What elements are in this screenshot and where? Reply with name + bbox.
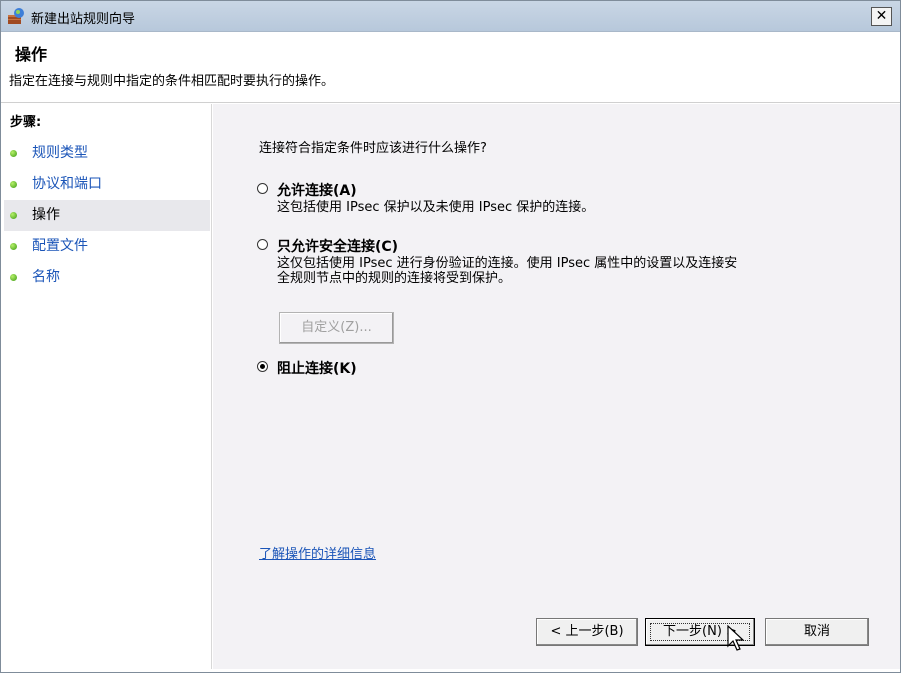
window-title: 新建出站规则向导 <box>31 12 136 27</box>
steps-list: 规则类型 协议和端口 操作 配置文件 名称 <box>4 138 210 293</box>
step-bullet-icon <box>10 274 17 281</box>
step-protocol-and-ports[interactable]: 协议和端口 <box>4 169 210 200</box>
step-rule-type[interactable]: 规则类型 <box>4 138 210 169</box>
option-label[interactable]: 阻止连接(K) <box>277 358 357 378</box>
option-description-line: 这包括使用 IPsec 保护以及未使用 IPsec 保护的连接。 <box>277 200 595 215</box>
step-action[interactable]: 操作 <box>4 200 210 231</box>
step-label: 规则类型 <box>32 145 88 161</box>
content-panel: 连接符合指定条件时应该进行什么操作? 允许连接(A) 这包括使用 IPsec 保… <box>213 104 900 669</box>
learn-more-link[interactable]: 了解操作的详细信息 <box>259 543 376 562</box>
close-button[interactable]: ✕ <box>871 7 892 26</box>
firewall-icon <box>8 8 24 24</box>
step-label: 配置文件 <box>32 238 88 254</box>
page-header: 操作 指定在连接与规则中指定的条件相匹配时要执行的操作。 <box>1 33 900 103</box>
option-label[interactable]: 只允许安全连接(C) <box>277 236 398 256</box>
step-bullet-icon <box>10 150 17 157</box>
option-description: 这仅包括使用 IPsec 进行身份验证的连接。使用 IPsec 属性中的设置以及… <box>277 256 737 286</box>
step-bullet-icon <box>10 243 17 250</box>
back-button[interactable]: < 上一步(B) <box>536 618 638 646</box>
mouse-cursor-icon <box>727 625 745 651</box>
page-description: 指定在连接与规则中指定的条件相匹配时要执行的操作。 <box>9 74 335 89</box>
step-label: 协议和端口 <box>32 176 102 192</box>
step-bullet-icon <box>10 212 17 219</box>
allow-secure-connection-radio[interactable] <box>257 239 268 250</box>
step-label: 名称 <box>32 269 60 285</box>
cancel-button[interactable]: 取消 <box>765 618 869 646</box>
block-connection-radio[interactable] <box>257 361 268 372</box>
option-description-line: 全规则节点中的规则的连接将受到保护。 <box>277 271 512 286</box>
option-label[interactable]: 允许连接(A) <box>277 180 357 200</box>
option-description: 这包括使用 IPsec 保护以及未使用 IPsec 保护的连接。 <box>277 200 594 215</box>
action-question: 连接符合指定条件时应该进行什么操作? <box>259 141 487 156</box>
title-bar: 新建出站规则向导 ✕ <box>1 1 900 32</box>
step-bullet-icon <box>10 181 17 188</box>
steps-sidebar: 步骤: 规则类型 协议和端口 操作 配置文件 名称 <box>1 104 212 669</box>
wizard-window: 新建出站规则向导 ✕ 操作 指定在连接与规则中指定的条件相匹配时要执行的操作。 … <box>0 0 901 673</box>
steps-label: 步骤: <box>10 115 42 130</box>
step-name[interactable]: 名称 <box>4 262 210 293</box>
step-profile[interactable]: 配置文件 <box>4 231 210 262</box>
step-label: 操作 <box>32 207 60 223</box>
allow-connection-radio[interactable] <box>257 183 268 194</box>
option-description-line: 这仅包括使用 IPsec 进行身份验证的连接。使用 IPsec 属性中的设置以及… <box>277 256 738 271</box>
customize-button[interactable]: 自定义(Z)... <box>279 312 394 344</box>
page-title: 操作 <box>15 45 48 64</box>
